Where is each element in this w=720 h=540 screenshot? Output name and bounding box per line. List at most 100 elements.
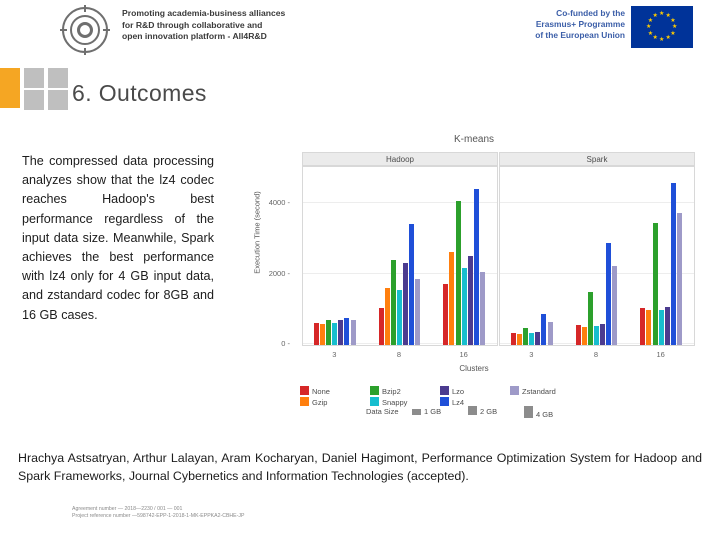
bar — [449, 252, 455, 345]
slide-header: Promoting academia-business alliances fo… — [0, 0, 720, 68]
gridline — [500, 201, 694, 203]
bar — [443, 283, 449, 345]
legend-swatch — [440, 397, 449, 406]
legend-swatch — [468, 406, 477, 415]
decor-square-orange — [0, 68, 20, 108]
facet-label-spark: Spark — [499, 152, 695, 166]
bar — [409, 223, 415, 345]
legend-swatch — [300, 386, 309, 395]
x-tick-label: 3 — [529, 350, 534, 359]
eu-line-2: Erasmus+ Programme — [535, 19, 625, 30]
decor-square-gray-1 — [24, 68, 44, 88]
tagline-line-2: for R&D through collaborative and — [122, 19, 263, 30]
bar — [646, 310, 652, 345]
legend-label: Zstandard — [522, 387, 556, 396]
bar — [652, 222, 658, 345]
legend-item: Zstandard — [510, 386, 556, 398]
data-size-legend: Data Size 1 GB 2 GB 4 GB — [366, 406, 606, 420]
page-title: 6. Outcomes — [72, 80, 207, 106]
x-tick-label: 16 — [656, 350, 665, 359]
bar — [473, 189, 479, 345]
eu-star: ★ — [665, 35, 671, 42]
eu-line-3: of the European Union — [535, 30, 625, 41]
eu-funding-block: Co-funded by the Erasmus+ Programme of t… — [503, 6, 693, 54]
footer-line-1: Agreement number — 2018—2230 / 001 — 001 — [72, 506, 183, 512]
tagline-line-1: Promoting academia-business alliances — [122, 8, 286, 18]
eu-star: ★ — [670, 17, 676, 24]
bar — [313, 322, 319, 345]
decor-square-gray-2 — [48, 68, 68, 88]
x-axis-title: Clusters — [459, 364, 489, 373]
citation-text: Hrachya Astsatryan, Arthur Lalayan, Aram… — [18, 451, 702, 483]
bar — [664, 306, 670, 345]
data-size-legend-title: Data Size — [366, 407, 399, 416]
eu-star: ★ — [652, 35, 658, 42]
y-tick-label: 4000 - — [268, 197, 290, 207]
bar — [600, 323, 606, 345]
bar — [523, 328, 529, 345]
bar — [547, 322, 553, 345]
x-tick-label: 3 — [332, 350, 337, 359]
eu-star: ★ — [659, 37, 665, 43]
eu-line-1: Co-funded by the — [556, 8, 625, 18]
bar — [403, 263, 409, 345]
eu-star: ★ — [646, 24, 652, 30]
data-size-legend-item: 1 GB — [412, 406, 441, 418]
legend-swatch — [524, 406, 533, 418]
project-tagline: Promoting academia-business alliances fo… — [122, 8, 342, 43]
eu-star: ★ — [670, 30, 676, 37]
bar — [529, 333, 535, 345]
x-tick-label: 8 — [593, 350, 599, 359]
facet-label-hadoop: Hadoop — [302, 152, 498, 166]
bar — [510, 333, 516, 345]
eu-star: ★ — [659, 11, 665, 17]
bar — [332, 323, 338, 345]
legend-swatch — [370, 386, 379, 395]
bar — [479, 272, 485, 345]
legend-label: 2 GB — [480, 407, 498, 416]
bar — [378, 308, 384, 345]
legend-label: Bzip2 — [382, 387, 401, 396]
legend-label: 1 GB — [424, 407, 442, 416]
bar — [593, 325, 599, 345]
eu-star: ★ — [672, 24, 678, 30]
gridline — [303, 201, 497, 203]
plot-area-spark — [499, 166, 695, 346]
bar — [535, 332, 541, 345]
eu-star: ★ — [652, 12, 658, 19]
gridline — [500, 272, 694, 274]
legend-label: 4 GB — [536, 410, 554, 419]
plot-area-hadoop — [302, 166, 498, 346]
bar — [415, 279, 421, 345]
bar — [606, 243, 612, 345]
bar — [390, 260, 396, 345]
bar — [670, 182, 676, 345]
decor-square-gray-4 — [48, 90, 68, 110]
y-tick-label: 0 - — [281, 339, 290, 348]
x-tick-label: 16 — [459, 350, 468, 359]
bar — [338, 320, 344, 345]
bar — [517, 333, 523, 345]
decor-square-gray-3 — [24, 90, 44, 110]
legend-swatch — [412, 409, 421, 415]
bar — [541, 313, 547, 345]
legend-swatch — [440, 386, 449, 395]
bar — [326, 320, 332, 345]
legend-item: Gzip — [300, 397, 327, 409]
bar — [461, 268, 467, 345]
bar — [455, 200, 461, 345]
bar — [640, 307, 646, 345]
bar — [467, 256, 473, 345]
eu-star: ★ — [647, 30, 654, 37]
bar — [384, 288, 390, 345]
outcomes-paragraph: The compressed data processing analyzes … — [22, 154, 214, 322]
legend-label: None — [312, 387, 330, 396]
footer-agreement-note: Agreement number — 2018—2230 / 001 — 001… — [72, 506, 492, 521]
bar — [658, 309, 664, 345]
codec-legend: None Bzip2 Lzo Zstandard Gzip Snappy Lz4 — [300, 386, 640, 407]
legend-swatch — [510, 386, 519, 395]
y-tick-label: 2000 - — [268, 268, 290, 278]
bar — [676, 213, 682, 345]
bar — [581, 326, 587, 345]
bar — [396, 289, 402, 345]
